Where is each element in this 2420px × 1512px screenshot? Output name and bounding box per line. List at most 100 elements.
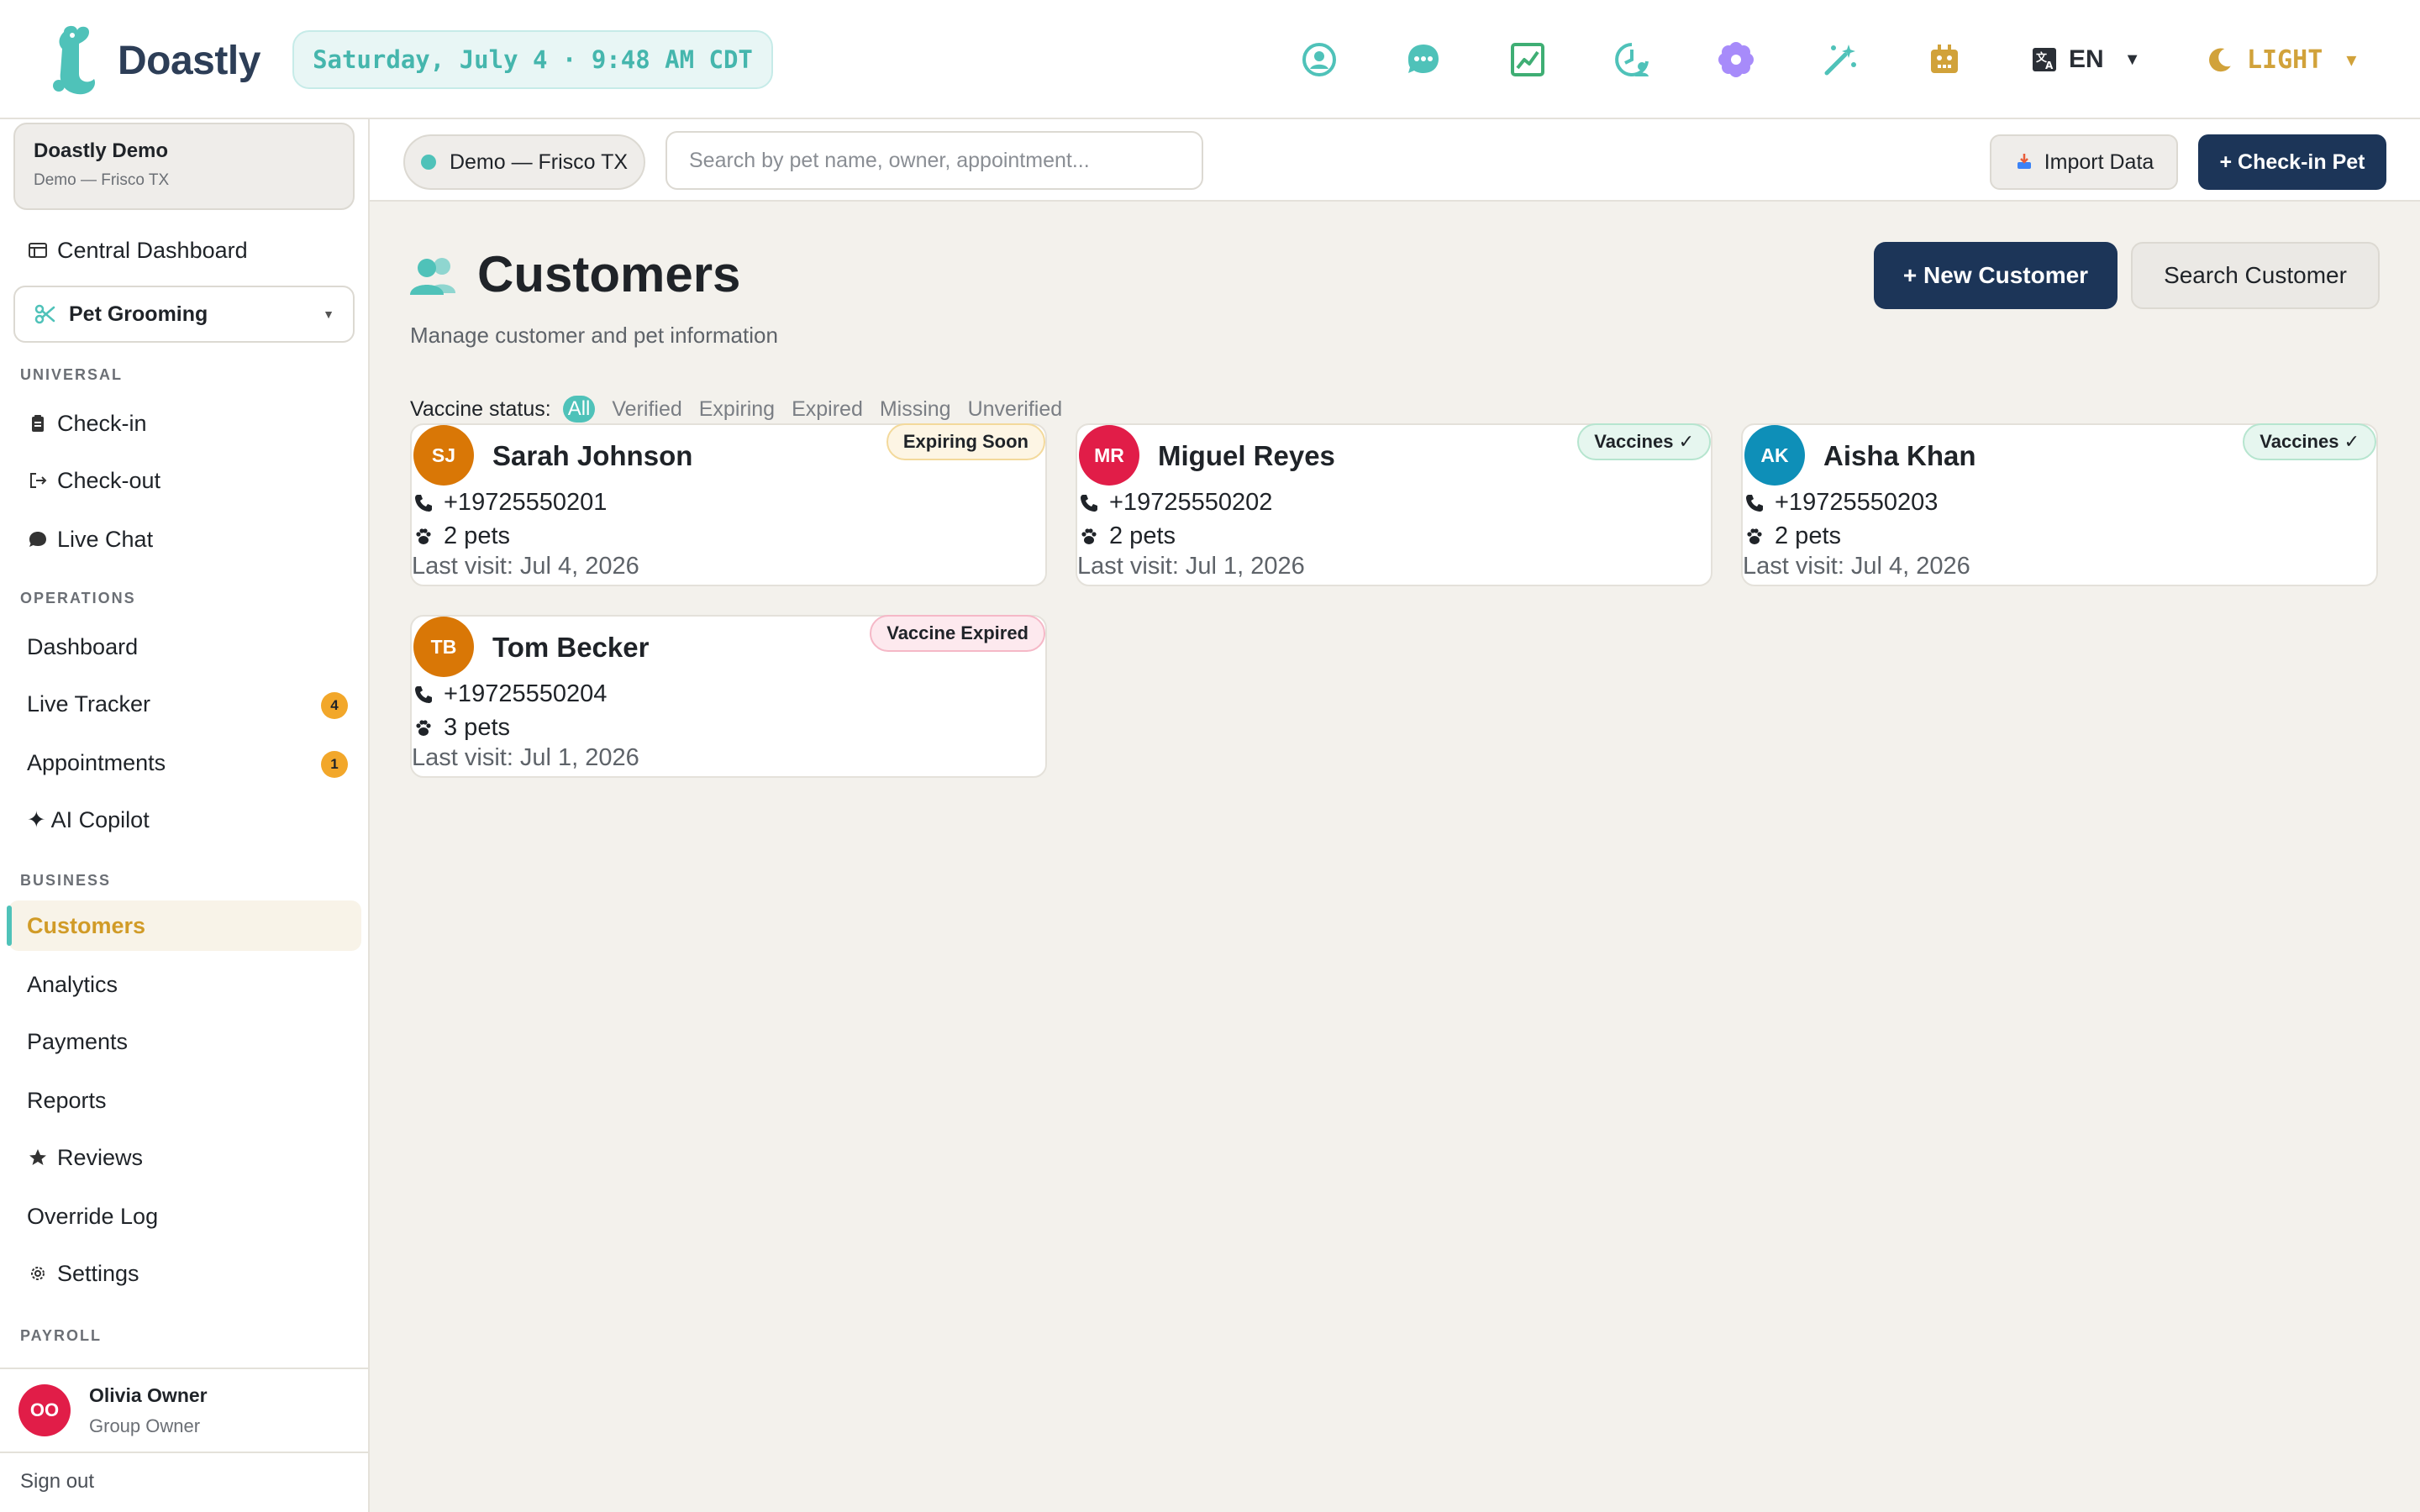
customer-name: Tom Becker (492, 632, 650, 663)
sidebar-item-label: ✦ AI Copilot (27, 806, 150, 832)
check-in-pet-button[interactable]: + Check-in Pet (2198, 134, 2386, 190)
filter-missing[interactable]: Missing (880, 397, 951, 422)
sidebar-item-live-chat[interactable]: Live Chat (8, 514, 361, 564)
import-data-label: Import Data (2044, 150, 2154, 174)
gear-icon (27, 1263, 49, 1284)
user-role: Group Owner (89, 1415, 201, 1436)
sidebar-item-label: Dashboard (27, 633, 139, 659)
filter-expiring[interactable]: Expiring (699, 397, 775, 422)
clock-user-icon[interactable] (1609, 37, 1655, 82)
customer-phone: +19725550204 (444, 680, 608, 707)
sign-out-link[interactable]: Sign out (20, 1470, 94, 1494)
sidebar-item-label: Reports (27, 1087, 107, 1113)
section-label-business: BUSINESS (20, 872, 112, 889)
section-label-payroll: PAYROLL (20, 1327, 103, 1344)
sidebar-item-check-out[interactable]: Check-out (8, 455, 361, 506)
last-visit: Last visit: Jul 1, 2026 (412, 744, 639, 771)
sidebar-item-customers[interactable]: Customers (7, 900, 361, 951)
phone-icon (1746, 494, 1763, 512)
sub-header: Demo — Frisco TX Search by pet name, own… (370, 119, 2420, 202)
chat-bubble-icon[interactable] (1401, 37, 1446, 82)
users-icon (410, 257, 455, 295)
location-label: Demo — Frisco TX (449, 150, 629, 174)
customer-card[interactable]: AK Aisha Khan Vaccines ✓ +19725550203 2 … (1741, 423, 2378, 586)
customer-phone: +19725550201 (444, 489, 608, 516)
sidebar-item-appointments[interactable]: Appointments 1 (8, 738, 361, 788)
sidebar-item-central-dashboard[interactable]: Central Dashboard (8, 225, 361, 276)
customer-pets: 3 pets (444, 714, 510, 741)
service-select[interactable]: Pet Grooming ▼ (13, 286, 355, 343)
filter-unverified[interactable]: Unverified (968, 397, 1063, 422)
avatar: MR (1079, 425, 1139, 486)
sidebar-item-override-log[interactable]: Override Log (8, 1191, 361, 1242)
chevron-down-icon: ▼ (2346, 50, 2357, 70)
sidebar-item-payments[interactable]: Payments (8, 1016, 361, 1067)
new-customer-button[interactable]: + New Customer (1874, 242, 2118, 309)
filter-expired[interactable]: Expired (792, 397, 863, 422)
sidebar-item-live-tracker[interactable]: Live Tracker 4 (8, 679, 361, 729)
scissors-icon (34, 304, 55, 324)
datetime-display: Saturday, July 4 · 9:48 AM CDT (292, 30, 773, 89)
appointments-count-badge: 1 (321, 751, 348, 778)
sidebar-item-analytics[interactable]: Analytics (8, 959, 361, 1010)
org-location: Demo — Frisco TX (34, 171, 170, 189)
exit-icon (27, 470, 49, 491)
page-title: Customers (408, 245, 740, 303)
last-visit: Last visit: Jul 1, 2026 (1077, 553, 1305, 580)
last-visit: Last visit: Jul 4, 2026 (412, 553, 639, 580)
sidebar-item-label: Appointments (27, 749, 166, 775)
language-label: EN (2069, 45, 2104, 73)
section-label-universal: UNIVERSAL (20, 366, 124, 383)
language-selector[interactable]: 文A EN ▼ (2032, 37, 2140, 82)
sidebar-item-reviews[interactable]: Reviews (8, 1132, 361, 1183)
sidebar: Doastly Demo Demo — Frisco TX Central Da… (0, 119, 370, 1512)
moon-icon (2209, 48, 2231, 72)
location-pill[interactable]: Demo — Frisco TX (403, 134, 645, 190)
sidebar-item-check-in[interactable]: Check-in (8, 398, 361, 449)
filter-all[interactable]: All (562, 396, 596, 423)
user-profile[interactable]: OO Olivia Owner Group Owner (0, 1368, 368, 1453)
trend-chart-icon[interactable] (1505, 37, 1550, 82)
top-bar: Doastly Saturday, July 4 · 9:48 AM CDT 文… (0, 0, 2420, 119)
phone-row: +19725550204 (413, 680, 607, 708)
brand-logo[interactable]: Doastly (52, 24, 260, 97)
paw-icon (1747, 528, 1762, 544)
sidebar-item-reports[interactable]: Reports (8, 1075, 361, 1126)
customer-name: Aisha Khan (1823, 440, 1976, 471)
avatar: AK (1744, 425, 1805, 486)
sidebar-item-label: Override Log (27, 1203, 159, 1229)
sidebar-item-dashboard[interactable]: Dashboard (8, 622, 361, 672)
sidebar-item-label: Check-in (57, 410, 147, 436)
org-switcher[interactable]: Doastly Demo Demo — Frisco TX (13, 123, 355, 210)
customer-card[interactable]: TB Tom Becker Vaccine Expired +197255502… (410, 615, 1047, 778)
chevron-down-icon: ▼ (2123, 50, 2141, 69)
search-customer-button[interactable]: Search Customer (2131, 242, 2380, 309)
sidebar-item-label: Live Tracker (27, 690, 151, 717)
customer-name: Miguel Reyes (1158, 440, 1335, 471)
vaccine-status-badge: Vaccines ✓ (2243, 423, 2376, 460)
sidebar-item-settings[interactable]: Settings (8, 1248, 361, 1299)
theme-toggle[interactable]: LIGHT ▼ (2207, 37, 2356, 82)
dashboard-icon (27, 239, 49, 261)
magic-wand-icon[interactable] (1818, 37, 1863, 82)
global-search-input[interactable]: Search by pet name, owner, appointment..… (666, 131, 1203, 190)
customer-card[interactable]: SJ Sarah Johnson Expiring Soon +19725550… (410, 423, 1047, 586)
org-name: Doastly Demo (34, 139, 169, 162)
phone-icon (415, 685, 432, 703)
sidebar-item-label: Central Dashboard (57, 237, 248, 263)
vaccine-status-badge: Vaccine Expired (870, 615, 1045, 652)
live-tracker-count-badge: 4 (321, 692, 348, 719)
chevron-down-icon: ▼ (323, 307, 334, 321)
import-data-button[interactable]: Import Data (1990, 134, 2178, 190)
filter-verified[interactable]: Verified (612, 397, 681, 422)
customer-phone: +19725550202 (1109, 489, 1273, 516)
paw-icon (1081, 528, 1097, 544)
user-circle-icon[interactable] (1297, 37, 1342, 82)
sidebar-item-ai-copilot[interactable]: ✦ AI Copilot (8, 795, 361, 845)
translate-icon: 文A (2033, 48, 2056, 71)
customer-card[interactable]: MR Miguel Reyes Vaccines ✓ +19725550202 … (1076, 423, 1712, 586)
user-name: Olivia Owner (89, 1383, 208, 1406)
robot-icon[interactable] (1922, 37, 1967, 82)
sidebar-item-label: Check-out (57, 467, 161, 493)
flower-icon[interactable] (1713, 37, 1759, 82)
